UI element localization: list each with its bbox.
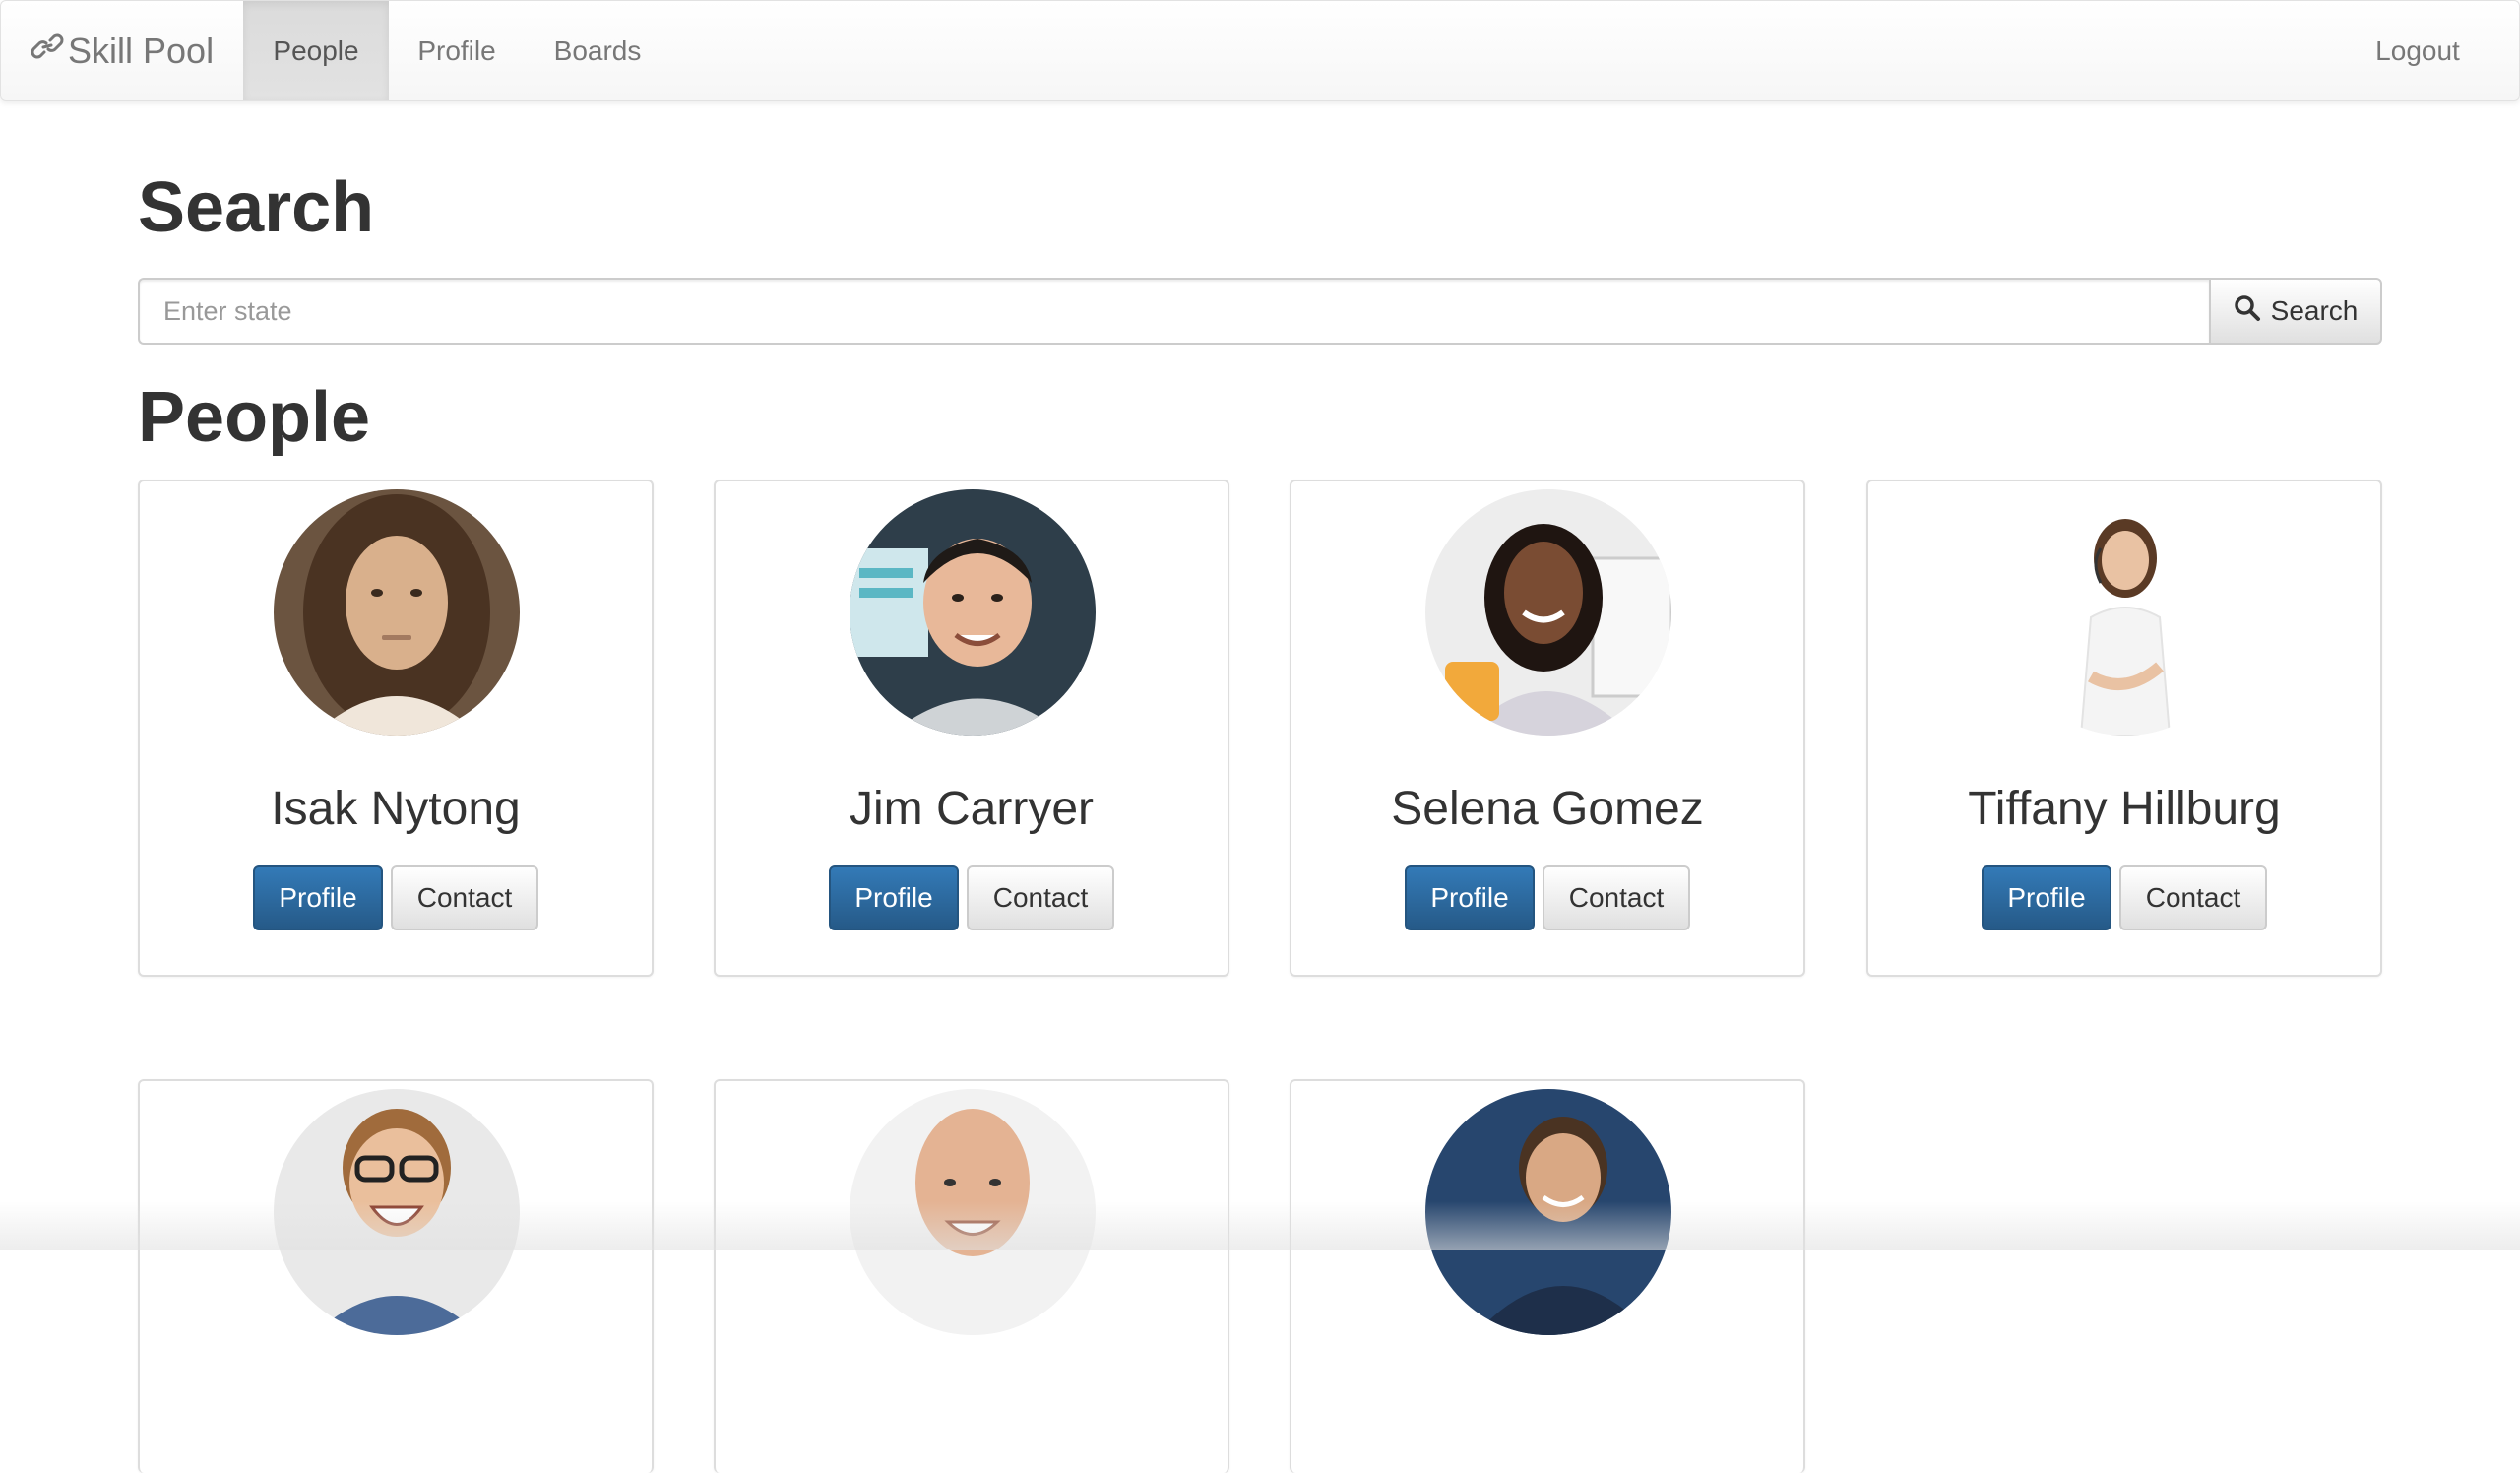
person-card: Jim Carryer Profile Contact	[714, 480, 1229, 977]
brand-link[interactable]: Skill Pool	[31, 1, 214, 100]
search-input[interactable]	[138, 278, 2209, 345]
person-name: Tiffany Hillburg	[1968, 783, 2281, 835]
card-actions: Profile Contact	[716, 865, 1228, 930]
contact-button[interactable]: Contact	[2119, 865, 2267, 930]
profile-button[interactable]: Profile	[1982, 865, 2111, 930]
search-bar: Search	[138, 278, 2382, 345]
card-actions: Profile Contact	[1292, 865, 1803, 930]
nav-item-people[interactable]: People	[243, 1, 389, 100]
person-card: Tiffany Hillburg Profile Contact	[1866, 480, 2382, 977]
avatar	[1425, 1089, 1671, 1335]
avatar	[1425, 489, 1671, 736]
person-card: Selena Gomez Profile Contact	[1290, 480, 1805, 977]
search-button[interactable]: Search	[2209, 278, 2382, 345]
people-heading: People	[138, 378, 371, 457]
link-icon	[31, 27, 64, 75]
person-name: Jim Carryer	[850, 783, 1094, 835]
logout-link[interactable]: Logout	[2344, 1, 2491, 100]
person-card: Isak Nytong Profile Contact	[138, 480, 654, 977]
nav-item-label: Profile	[417, 34, 496, 66]
nav-item-profile[interactable]: Profile	[389, 1, 525, 100]
navbar: Skill Pool People Profile Boards Logout	[0, 0, 2520, 101]
card-actions: Profile Contact	[1868, 865, 2380, 930]
avatar	[850, 1089, 1096, 1335]
profile-button[interactable]: Profile	[1405, 865, 1535, 930]
search-button-label: Search	[2270, 295, 2359, 326]
nav-item-label: People	[273, 34, 359, 66]
person-card	[138, 1079, 654, 1473]
nav-item-boards[interactable]: Boards	[525, 1, 670, 100]
avatar	[274, 1089, 520, 1335]
person-card	[1290, 1079, 1805, 1473]
avatar	[2002, 489, 2248, 736]
search-heading: Search	[138, 168, 375, 247]
person-card	[714, 1079, 1229, 1473]
profile-button[interactable]: Profile	[829, 865, 959, 930]
contact-button[interactable]: Contact	[1543, 865, 1690, 930]
contact-button[interactable]: Contact	[391, 865, 538, 930]
nav-item-label: Boards	[553, 34, 642, 66]
person-name: Selena Gomez	[1391, 783, 1704, 835]
card-actions: Profile Contact	[140, 865, 652, 930]
contact-button[interactable]: Contact	[967, 865, 1114, 930]
search-icon	[2234, 294, 2261, 329]
profile-button[interactable]: Profile	[253, 865, 383, 930]
person-name: Isak Nytong	[271, 783, 521, 835]
logout-label: Logout	[2375, 34, 2460, 66]
avatar	[850, 489, 1096, 736]
avatar	[274, 489, 520, 736]
brand-label: Skill Pool	[68, 30, 215, 71]
